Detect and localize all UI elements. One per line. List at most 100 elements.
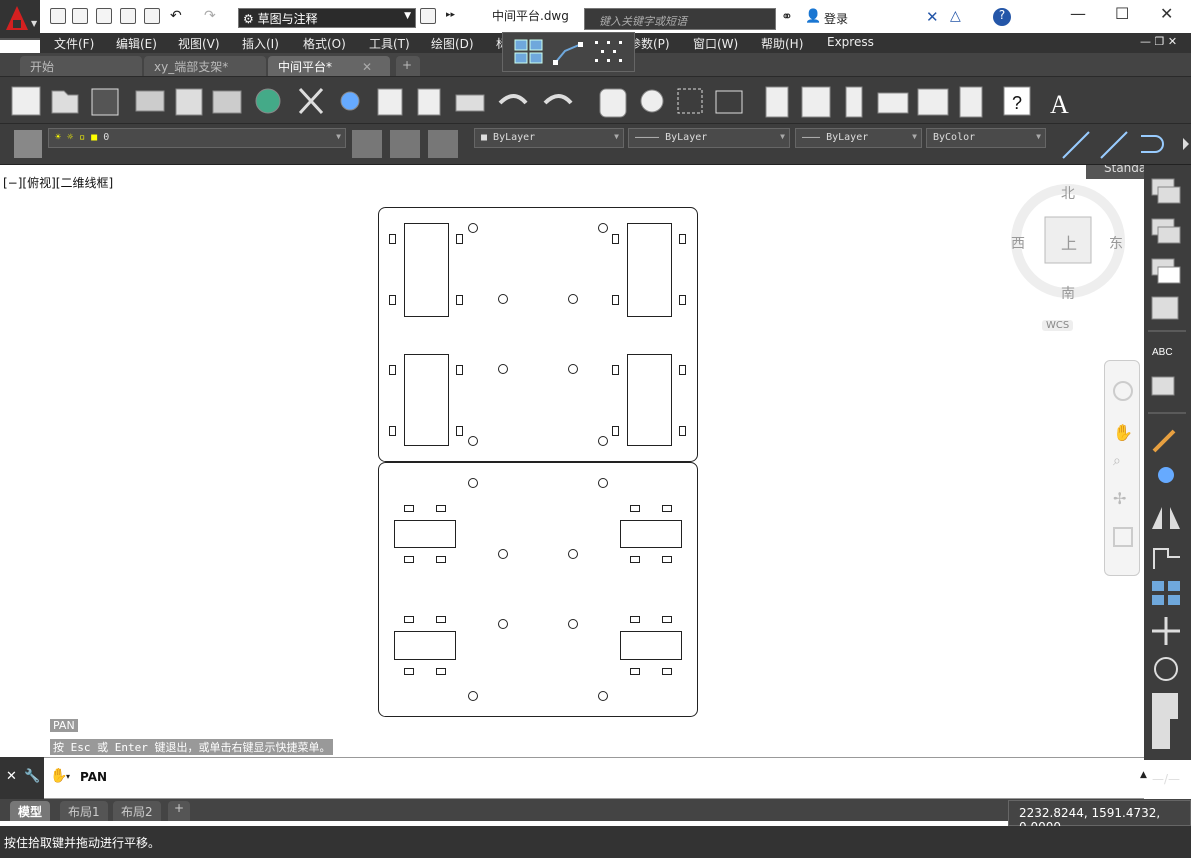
zoom-icon[interactable]: ⌕ [1113,453,1133,473]
standard-toolbar: ? A Standard [0,76,1191,179]
document-title: 中间平台.dwg [492,9,569,23]
command-line[interactable] [0,757,1144,799]
tab-label: 中间平台* [278,60,333,74]
customize-icon[interactable] [420,8,436,24]
application-menu-button[interactable]: ▼ [0,0,40,40]
chevron-down-icon[interactable]: ▾ [66,772,70,781]
gear-icon: ⚙ [243,12,254,26]
chevron-down-icon: ▼ [912,132,917,141]
viewcube-face-top[interactable]: 上 [1061,230,1077,254]
linetype-dropdown[interactable]: ———— ByLayer ▼ [628,128,790,148]
tab-xy-bracket[interactable]: xy_端部支架* [144,56,266,76]
lineweight-dropdown[interactable]: ——— ByLayer ▼ [795,128,922,148]
tab-middle-platform[interactable]: 中间平台* ✕ [268,56,390,76]
command-scale-icon: —/— [1152,772,1181,786]
menu-view[interactable]: 视图(V) [178,35,220,52]
close-icon[interactable]: ✕ [6,769,17,784]
coordinate-readout[interactable]: 2232.8244, 1591.4732, 0.0000 [1008,800,1191,834]
menu-insert[interactable]: 插入(I) [242,35,279,52]
color-dropdown[interactable]: ■ ByLayer ▼ [474,128,624,148]
draw-toolbar-icons [1062,131,1189,159]
expand-icon[interactable]: ▸▸ [446,10,455,20]
chevron-down-icon: ▼ [780,132,785,141]
undo-icon[interactable]: ↶ [170,8,182,24]
viewport-controls-label[interactable]: [−][俯视][二维线框] [3,174,113,191]
menu-format[interactable]: 格式(O) [303,35,346,52]
new-tab-button[interactable]: + [396,56,420,76]
compass-west[interactable]: 西 [1011,233,1025,253]
tab-model[interactable]: 模型 [10,801,51,821]
menu-window[interactable]: 窗口(W) [693,35,738,52]
svg-text:ABC: ABC [1152,347,1173,358]
flyout-icons [514,39,622,65]
standard-toolbar-icons: ? A [11,86,1069,119]
chevron-down-icon: ▼ [31,19,38,28]
flyout-toolbar [502,32,635,72]
pan-icon[interactable]: ✋ [1113,423,1133,445]
layer-properties-icon[interactable] [14,130,42,158]
drawing-canvas[interactable] [370,200,710,725]
wcs-menu[interactable]: WCS [1042,320,1074,331]
command-hint: 按 Esc 或 Enter 键退出，或单击右键显示快捷菜单。 [50,739,334,755]
login-button[interactable]: 登录 [824,10,848,27]
tab-layout2[interactable]: 布局2 [113,801,161,821]
status-bar: 按住拾取键并拖动进行平移。 [0,826,1191,858]
maximize-button[interactable]: ☐ [1115,4,1129,23]
make-current-icon[interactable] [352,130,382,158]
menu-draw[interactable]: 绘图(D) [431,35,474,52]
status-prompt: 按住拾取键并拖动进行平移。 [4,836,161,850]
command-history-icon[interactable]: ▲ [1140,770,1147,780]
menu-express[interactable]: Express [827,35,874,49]
showmotion-icon[interactable] [1113,527,1133,547]
compass-south[interactable]: 南 [1061,283,1075,303]
tab-start[interactable]: 开始 [20,56,142,76]
binoculars-icon[interactable]: ⚭ [781,9,793,25]
help-icon[interactable]: ? [993,8,1011,26]
plot-style-dropdown[interactable]: ByColor ▼ [926,128,1046,148]
user-icon: 👤 [805,9,822,24]
top-plate [378,207,698,462]
save-as-icon[interactable] [120,8,136,24]
layer-previous-icon[interactable] [390,130,420,158]
tab-layout1[interactable]: 布局1 [60,801,108,821]
menu-file[interactable]: 文件(F) [54,35,94,52]
exchange-icon[interactable]: ✕ [926,8,939,26]
bottom-plate [378,462,698,717]
navigation-bar: ✋ ⌕ ✢ [1104,360,1140,576]
chevron-down-icon: ▼ [336,132,341,141]
open-icon[interactable] [72,8,88,24]
search-input[interactable]: 键入关键字或短语 [584,8,776,30]
save-icon[interactable] [96,8,112,24]
orbit-icon[interactable]: ✢ [1113,489,1133,509]
layer-state-icons: ☀ ☼ ▫ ■ [55,132,98,143]
compass-north[interactable]: 北 [1061,183,1075,203]
linetype-value: ByLayer [665,132,708,143]
wrench-icon[interactable]: 🔧 [24,769,40,784]
layer-states-icon[interactable] [428,130,458,158]
menu-edit[interactable]: 编辑(E) [116,35,157,52]
a360-icon[interactable]: △ [950,8,961,24]
restore-doc-buttons[interactable]: — ❐ ✕ [1140,35,1177,48]
steering-wheel-icon[interactable] [1113,381,1133,401]
viewcube[interactable]: 北 南 东 西 上 WCS [1005,175,1135,340]
workspace-dropdown[interactable]: ⚙ 草图与注释 ▼ [238,8,416,28]
command-input[interactable]: PAN [80,770,107,784]
compass-east[interactable]: 东 [1109,233,1123,253]
color-value: ByLayer [493,132,536,143]
command-tooltip: PAN [50,719,78,732]
lineweight-value: ByLayer [826,132,869,143]
plot-style-value: ByColor [933,132,976,143]
modify-toolbar-icons: ABC [1148,178,1186,749]
new-icon[interactable] [50,8,66,24]
close-tab-icon[interactable]: ✕ [362,60,372,74]
redo-icon[interactable]: ↷ [204,8,216,24]
menu-tools[interactable]: 工具(T) [369,35,410,52]
layer-dropdown[interactable]: ☀ ☼ ▫ ■ 0 ▼ [48,128,346,148]
plot-icon[interactable] [144,8,160,24]
tab-label: xy_端部支架* [154,60,229,74]
menu-help[interactable]: 帮助(H) [761,35,803,52]
close-button[interactable]: ✕ [1160,4,1173,23]
minimize-button[interactable]: — [1070,4,1086,23]
add-layout-button[interactable]: + [168,801,191,821]
modify-toolbar: ABC [1144,165,1191,760]
